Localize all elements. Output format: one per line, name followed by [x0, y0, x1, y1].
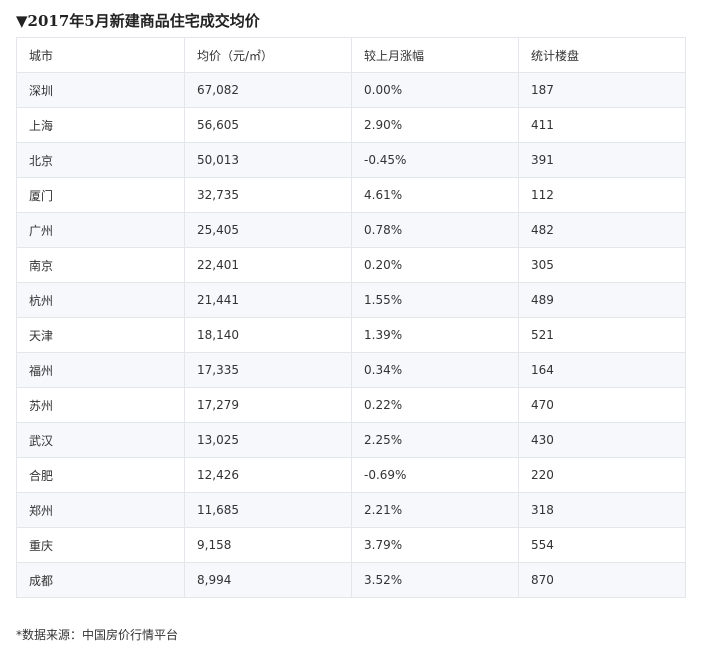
- cell-city: 天津: [16, 317, 185, 353]
- page-title: ▼2017年5月新建商品住宅成交均价: [16, 12, 260, 30]
- cell-project-count: 220: [518, 457, 686, 493]
- cell-avg-price: 56,605: [184, 107, 352, 143]
- price-table: 城市 均价（元/㎡） 较上月涨幅 统计楼盘 深圳 67,082 0.00% 187 上海…: [16, 37, 686, 598]
- cell-mom-change: -0.69%: [351, 457, 519, 493]
- cell-project-count: 391: [518, 142, 686, 178]
- cell-mom-change: 1.39%: [351, 317, 519, 353]
- cell-avg-price: 9,158: [184, 527, 352, 563]
- header-project-count: 统计楼盘: [518, 37, 686, 73]
- cell-avg-price: 13,025: [184, 422, 352, 458]
- table-row: 广州 25,405 0.78% 482: [16, 212, 686, 248]
- cell-project-count: 521: [518, 317, 686, 353]
- cell-avg-price: 11,685: [184, 492, 352, 528]
- cell-city: 郑州: [16, 492, 185, 528]
- cell-avg-price: 12,426: [184, 457, 352, 493]
- cell-project-count: 164: [518, 352, 686, 388]
- table-row: 重庆 9,158 3.79% 554: [16, 527, 686, 563]
- cell-project-count: 870: [518, 562, 686, 598]
- cell-avg-price: 67,082: [184, 72, 352, 108]
- cell-city: 杭州: [16, 282, 185, 318]
- cell-project-count: 305: [518, 247, 686, 283]
- table-row: 杭州 21,441 1.55% 489: [16, 282, 686, 318]
- cell-city: 深圳: [16, 72, 185, 108]
- cell-project-count: 554: [518, 527, 686, 563]
- data-source-note: *数据来源：中国房价行情平台: [16, 628, 179, 642]
- table-row: 苏州 17,279 0.22% 470: [16, 387, 686, 423]
- header-city: 城市: [16, 37, 185, 73]
- cell-mom-change: 4.61%: [351, 177, 519, 213]
- cell-project-count: 318: [518, 492, 686, 528]
- cell-project-count: 489: [518, 282, 686, 318]
- cell-avg-price: 21,441: [184, 282, 352, 318]
- cell-avg-price: 17,335: [184, 352, 352, 388]
- table-row: 郑州 11,685 2.21% 318: [16, 492, 686, 528]
- table-row: 深圳 67,082 0.00% 187: [16, 72, 686, 108]
- cell-mom-change: 0.00%: [351, 72, 519, 108]
- table-row: 天津 18,140 1.39% 521: [16, 317, 686, 353]
- cell-city: 北京: [16, 142, 185, 178]
- cell-mom-change: 3.52%: [351, 562, 519, 598]
- table-row: 福州 17,335 0.34% 164: [16, 352, 686, 388]
- table-header-row: 城市 均价（元/㎡） 较上月涨幅 统计楼盘: [16, 37, 686, 73]
- cell-avg-price: 8,994: [184, 562, 352, 598]
- cell-mom-change: 1.55%: [351, 282, 519, 318]
- cell-city: 广州: [16, 212, 185, 248]
- header-avg-price: 均价（元/㎡）: [184, 37, 352, 73]
- cell-city: 南京: [16, 247, 185, 283]
- cell-mom-change: -0.45%: [351, 142, 519, 178]
- cell-mom-change: 2.21%: [351, 492, 519, 528]
- cell-avg-price: 17,279: [184, 387, 352, 423]
- table-row: 厦门 32,735 4.61% 112: [16, 177, 686, 213]
- table-row: 成都 8,994 3.52% 870: [16, 562, 686, 598]
- cell-project-count: 482: [518, 212, 686, 248]
- cell-project-count: 112: [518, 177, 686, 213]
- table-row: 北京 50,013 -0.45% 391: [16, 142, 686, 178]
- cell-mom-change: 2.90%: [351, 107, 519, 143]
- cell-avg-price: 25,405: [184, 212, 352, 248]
- cell-project-count: 430: [518, 422, 686, 458]
- cell-avg-price: 50,013: [184, 142, 352, 178]
- header-mom-change: 较上月涨幅: [351, 37, 519, 73]
- cell-project-count: 187: [518, 72, 686, 108]
- cell-avg-price: 32,735: [184, 177, 352, 213]
- cell-mom-change: 0.20%: [351, 247, 519, 283]
- cell-avg-price: 22,401: [184, 247, 352, 283]
- cell-city: 重庆: [16, 527, 185, 563]
- cell-mom-change: 3.79%: [351, 527, 519, 563]
- cell-city: 厦门: [16, 177, 185, 213]
- cell-city: 上海: [16, 107, 185, 143]
- cell-avg-price: 18,140: [184, 317, 352, 353]
- cell-city: 合肥: [16, 457, 185, 493]
- cell-city: 武汉: [16, 422, 185, 458]
- cell-mom-change: 0.78%: [351, 212, 519, 248]
- cell-city: 福州: [16, 352, 185, 388]
- cell-mom-change: 0.22%: [351, 387, 519, 423]
- cell-project-count: 470: [518, 387, 686, 423]
- cell-mom-change: 2.25%: [351, 422, 519, 458]
- table-row: 上海 56,605 2.90% 411: [16, 107, 686, 143]
- cell-city: 苏州: [16, 387, 185, 423]
- table-row: 合肥 12,426 -0.69% 220: [16, 457, 686, 493]
- table-row: 南京 22,401 0.20% 305: [16, 247, 686, 283]
- cell-project-count: 411: [518, 107, 686, 143]
- cell-mom-change: 0.34%: [351, 352, 519, 388]
- table-row: 武汉 13,025 2.25% 430: [16, 422, 686, 458]
- cell-city: 成都: [16, 562, 185, 598]
- table-body: 深圳 67,082 0.00% 187 上海 56,605 2.90% 411 北京 50,013…: [16, 72, 686, 598]
